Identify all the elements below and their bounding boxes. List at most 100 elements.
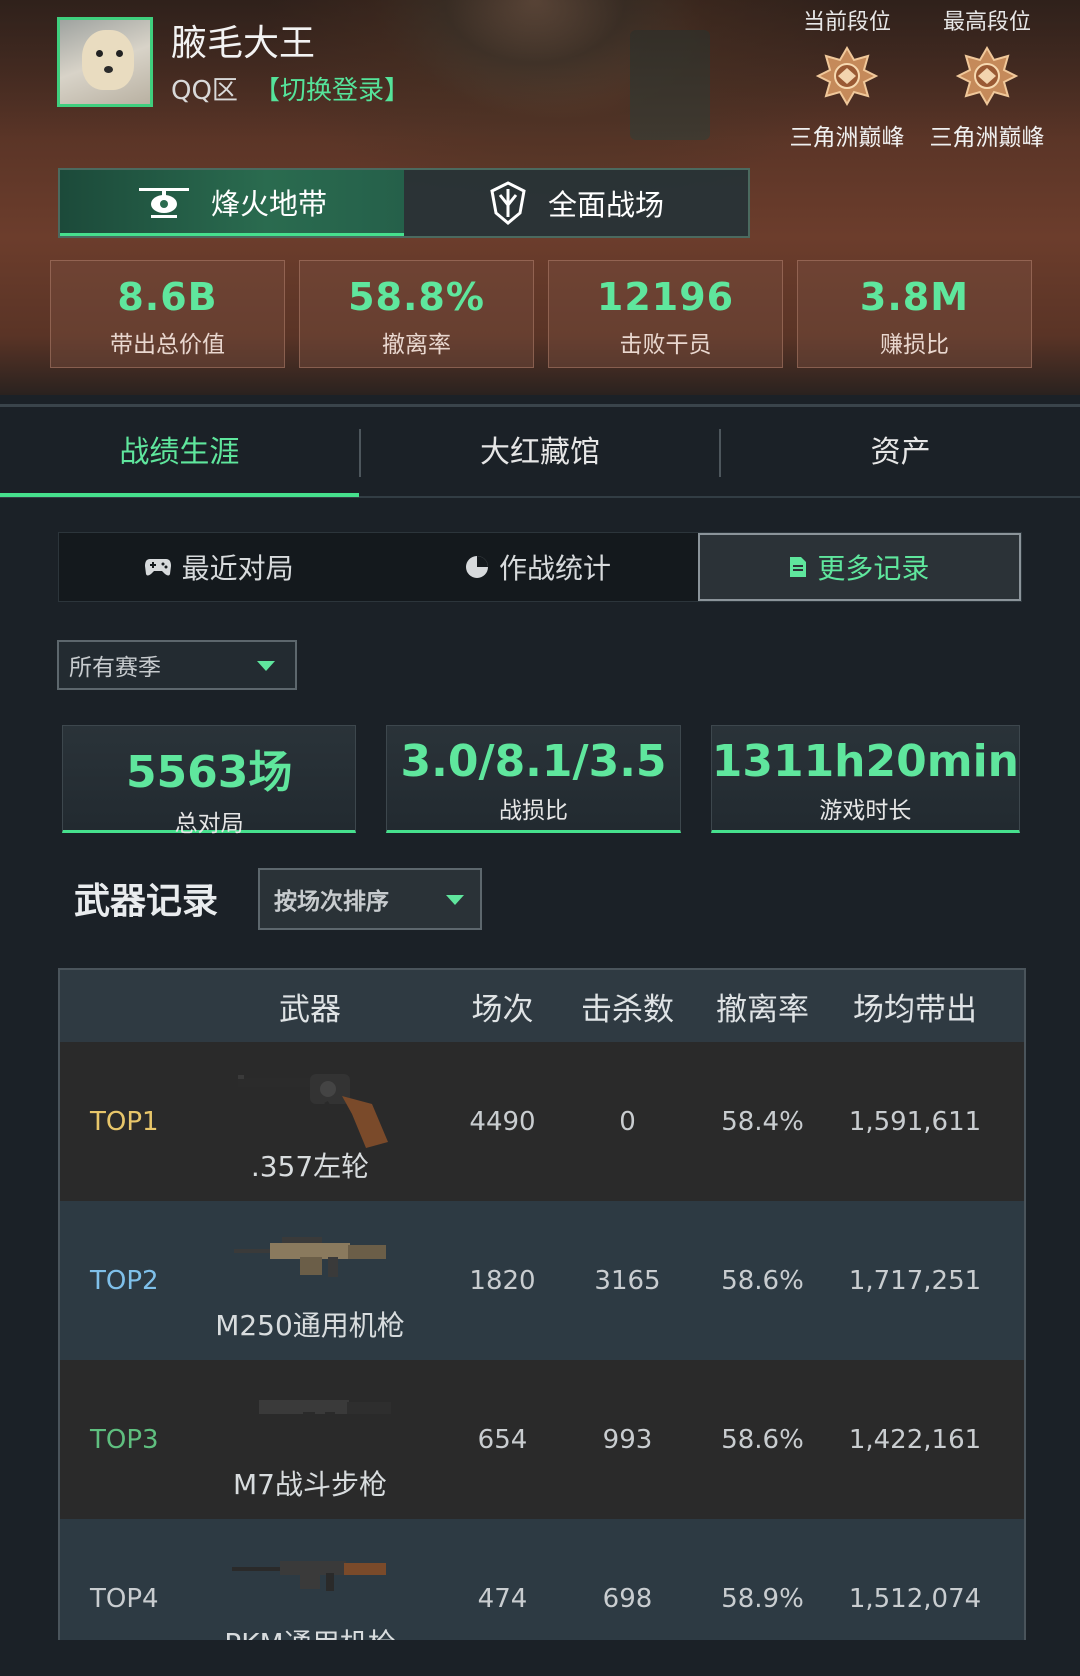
switch-login-link[interactable]: 【切换登录】 [254,70,410,107]
mode-label: 全面战场 [547,188,664,222]
header-avg-value: 场均带出 [853,991,977,1028]
machine-gun-icon [234,1237,386,1277]
operator-vest-detail [630,30,710,140]
current-rank: 当前段位 三角洲巅峰 [782,4,912,152]
stat-label: 带出总价值 [110,332,225,358]
subtab-more-records[interactable]: 更多记录 [697,533,1021,601]
header-weapon: 武器 [279,991,341,1028]
row-rank: TOP1 [90,1106,159,1137]
stat-label: 撤离率 [382,332,451,358]
row-extract-rate: 58.6% [721,1265,804,1296]
weapon-name: M250通用机枪 [215,1309,405,1342]
top-stats: 8.6B 带出总价值 58.8% 撤离率 12196 击败干员 3.8M 赚损比 [50,260,1032,368]
mode-tab-hazard-zone[interactable]: 烽火地带 [60,170,404,236]
row-avg-value: 1,591,611 [848,1106,982,1137]
header-kills: 击杀数 [581,991,674,1028]
row-extract-rate: 58.4% [721,1106,804,1137]
stat-value: 3.8M [859,275,970,319]
row-matches: 474 [477,1583,528,1614]
tab-career-record[interactable]: 战绩生涯 [0,409,359,497]
header-matches: 场次 [471,991,534,1028]
revolver-icon [238,1074,388,1148]
table-row[interactable]: TOP1 .357左轮 4490 0 58.4% 1,591,611 [60,1042,1024,1201]
table-row[interactable]: TOP3 M7战斗步枪 654 993 58.6% 1,422,161 [60,1360,1024,1519]
weapon-cell: PKM通用机枪 [180,1519,440,1641]
sub-tabs: 最近对局 作战统计 更多记录 [58,532,1022,602]
highest-rank-title: 最高段位 [942,10,1031,35]
row-kills: 993 [602,1424,653,1455]
table-row[interactable]: TOP2 M250通用机枪 1820 3165 58.6% 1,717,251 [60,1201,1024,1360]
avatar-eye [96,50,103,57]
row-extract-rate: 58.9% [721,1583,804,1614]
main-tabs: 战绩生涯 大红藏馆 资产 [0,410,1080,498]
stat-card: 3.8M 赚损比 [797,260,1032,368]
season-select[interactable]: 所有赛季 [57,640,297,690]
summary-stat-value: 3.0/8.1/3.5 [400,736,667,787]
bottom-edge [0,1640,1080,1676]
avatar-nose [104,66,113,73]
document-icon [790,557,807,577]
highest-rank-name: 三角洲巅峰 [929,125,1045,151]
gamepad-icon [144,559,171,576]
section-divider [0,404,1080,407]
header-extract-rate: 撤离率 [716,991,809,1028]
username: 腋毛大王 [171,23,316,64]
shield-emblem-icon [490,181,526,225]
row-avg-value: 1,422,161 [848,1424,982,1455]
row-matches: 654 [477,1424,528,1455]
weapon-cell: .357左轮 [180,1042,440,1201]
summary-stat-card: 1311h20min 游戏时长 [710,725,1020,833]
mode-tab-full-battlefield[interactable]: 全面战场 [404,170,748,236]
summary-stat-label: 总对局 [174,811,244,837]
pie-chart-icon [465,556,488,578]
stat-label: 击败干员 [619,332,712,358]
row-extract-rate: 58.6% [721,1424,804,1455]
table-header: 武器 场次 击杀数 撤离率 场均带出 [60,970,1024,1042]
weapons-section-title: 武器记录 [74,881,219,922]
sort-select-value: 按场次排序 [274,889,389,915]
weapon-cell: M250通用机枪 [180,1201,440,1360]
dog-avatar-image [82,30,134,90]
summary-stat-card: 3.0/8.1/3.5 战损比 [386,725,681,833]
stat-card: 8.6B 带出总价值 [50,260,285,368]
subtab-recent-matches[interactable]: 最近对局 [59,533,378,601]
avatar[interactable] [57,17,153,107]
tab-assets[interactable]: 资产 [721,409,1080,497]
stat-value: 58.8% [348,275,485,319]
mode-switcher: 烽火地带 全面战场 [58,168,750,238]
summary-stats: 5563场 总对局 3.0/8.1/3.5 战损比 1311h20min 游戏时… [62,725,1020,837]
current-rank-name: 三角洲巅峰 [789,125,905,151]
subtab-label: 最近对局 [181,552,294,585]
subtab-label: 更多记录 [817,552,930,585]
sort-select[interactable]: 按场次排序 [258,868,482,930]
row-avg-value: 1,717,251 [848,1265,982,1296]
summary-stat-value: 1311h20min [711,736,1019,787]
summary-stat-card: 5563场 总对局 [62,725,357,837]
row-avg-value: 1,512,074 [848,1583,982,1614]
stat-card: 12196 击败干员 [548,260,783,368]
rifle-icon [227,1394,391,1434]
row-matches: 4490 [469,1106,536,1137]
rank-badge-icon [815,46,879,106]
row-rank: TOP4 [90,1583,159,1614]
weapon-name: M7战斗步枪 [233,1468,387,1501]
weapon-name: .357左轮 [250,1150,370,1183]
stat-label: 赚损比 [880,332,949,358]
row-matches: 1820 [469,1265,536,1296]
tab-red-collection[interactable]: 大红藏馆 [361,409,720,497]
summary-stat-label: 战损比 [499,798,569,824]
row-rank: TOP3 [90,1424,159,1455]
chevron-down-icon [446,895,464,905]
helicopter-icon [138,187,189,218]
subtab-combat-stats[interactable]: 作战统计 [378,533,697,601]
weapons-table: 武器 场次 击杀数 撤离率 场均带出 TOP1 .357左轮 4490 0 58… [58,968,1026,1643]
machine-gun-icon [232,1561,386,1591]
chevron-down-icon [257,661,275,671]
stat-value: 8.6B [117,275,218,319]
table-row[interactable]: TOP4 PKM通用机枪 474 698 58.9% 1,512,074 [60,1519,1024,1641]
avatar-eye [116,50,123,57]
row-kills: 698 [602,1583,653,1614]
stat-value: 12196 [596,275,735,319]
highest-rank: 最高段位 三角洲巅峰 [922,4,1052,152]
row-rank: TOP2 [90,1265,159,1296]
